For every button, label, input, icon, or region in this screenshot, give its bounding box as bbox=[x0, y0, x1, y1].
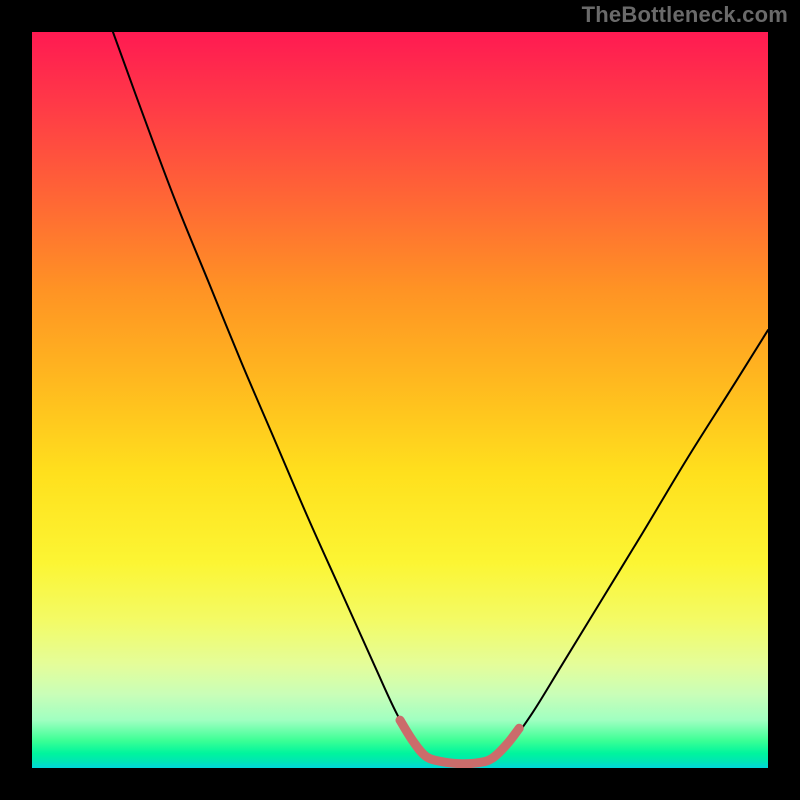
accent-segment bbox=[400, 720, 519, 764]
curve-svg bbox=[32, 32, 768, 768]
watermark-text: TheBottleneck.com bbox=[582, 2, 788, 28]
plot-area bbox=[32, 32, 768, 768]
chart-stage: TheBottleneck.com bbox=[0, 0, 800, 800]
black-curve bbox=[113, 32, 768, 764]
